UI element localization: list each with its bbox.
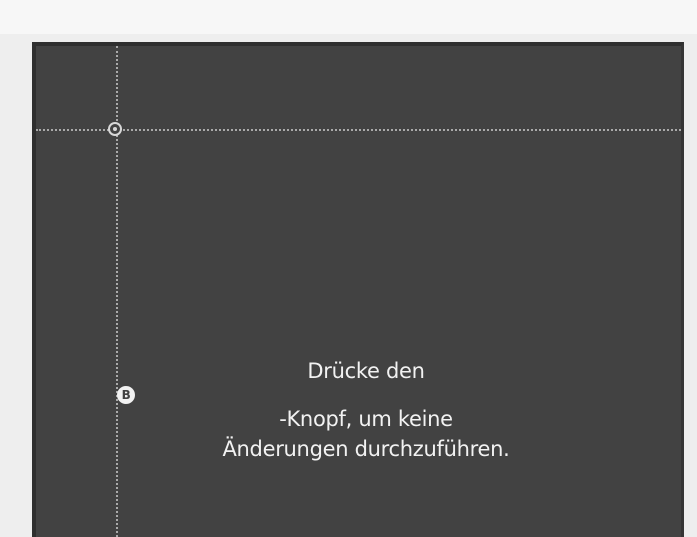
crosshair-cursor-icon[interactable] (108, 122, 122, 136)
horizontal-guide-line (36, 129, 681, 131)
instruction-text-end: -Knopf, um keine (279, 407, 453, 431)
top-bezel (0, 0, 697, 34)
b-button-icon: B (117, 386, 135, 404)
device-frame: Drücke den B -Knopf, um keine Änderungen … (0, 0, 697, 537)
screen-area[interactable]: Drücke den B -Knopf, um keine Änderungen … (32, 42, 684, 537)
instruction-line-1: Drücke den B -Knopf, um keine (116, 356, 616, 434)
instruction-text-start: Drücke den (307, 359, 425, 383)
instruction-line-2: Änderungen durchzuführen. (222, 437, 510, 461)
instruction-message: Drücke den B -Knopf, um keine Änderungen … (116, 356, 616, 464)
